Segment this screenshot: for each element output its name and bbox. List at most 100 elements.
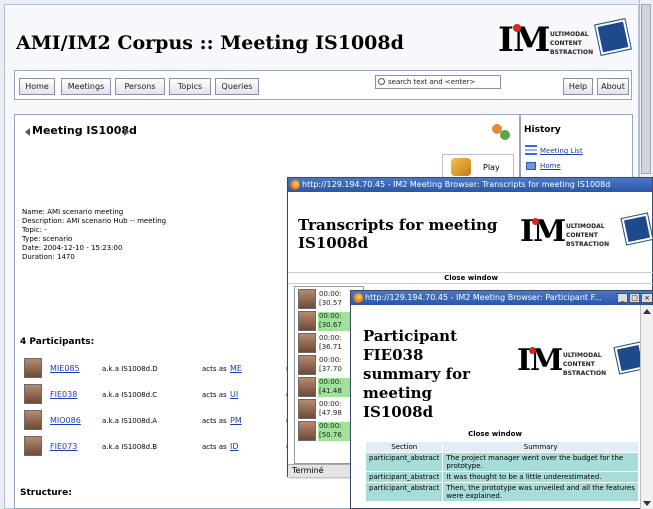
logo-badge-icon <box>595 19 631 55</box>
logo-text: ULTIMODAL CONTENT BSTRACTION <box>566 222 609 249</box>
history-home-link[interactable]: Home <box>540 162 561 170</box>
participant-acts-as: acts as <box>202 443 227 451</box>
participants-icon <box>490 122 512 144</box>
transcript-row[interactable]: 00:00: [36.71 <box>294 332 354 354</box>
next-meeting-arrow-icon[interactable] <box>124 128 129 136</box>
transcripts-window-title: http://129.194.70.45 - IM2 Meeting Brows… <box>302 180 611 189</box>
meeting-topic: Topic: - <box>22 226 47 234</box>
meeting-name: Name: AMI scenario meeting <box>22 208 124 216</box>
participant-photo <box>24 384 42 404</box>
transcript-row[interactable]: 00:00: [50.76 <box>294 420 354 442</box>
col-summary-header: Summary <box>442 441 639 453</box>
main-scrollbar-thumb[interactable] <box>641 4 651 174</box>
participant-link[interactable]: FIE038 <box>50 390 77 399</box>
summary-cell: Then, the prototype was unveiled and all… <box>442 482 639 502</box>
prev-meeting-arrow-icon[interactable] <box>25 128 30 136</box>
logo-line3: BSTRACTION <box>566 241 610 248</box>
participant-row: MIE085 a.k.a IS1008d.D acts as ME und <box>22 358 322 378</box>
summary-cell: The project manager went over the budget… <box>442 452 639 472</box>
transcript-time: 00:00: [50.76 <box>318 422 354 441</box>
participant-aka: a.k.a IS1008d.C <box>102 391 158 399</box>
transcript-time: 00:00: [37.70 <box>318 356 354 375</box>
transcript-row[interactable]: 00:00: [30.57 <box>294 288 354 310</box>
logo-line1: ULTIMODAL <box>563 352 602 359</box>
speaker-photo <box>298 333 316 353</box>
participant-row: FIE073 a.k.a IS1008d.B acts as ID und <box>22 436 322 456</box>
history-meeting-list-link[interactable]: Meeting List <box>540 147 583 155</box>
transcripts-window-titlebar[interactable]: http://129.194.70.45 - IM2 Meeting Brows… <box>288 178 652 192</box>
summary-table-header: Section Summary <box>364 441 639 453</box>
transcript-row[interactable]: 00:00: [41.48 <box>294 376 354 398</box>
nav-queries-button[interactable]: Queries <box>215 78 259 95</box>
transcript-time: 00:00: [30.67 <box>318 312 354 331</box>
participant-role-link[interactable]: ID <box>230 442 239 451</box>
transcripts-heading: Transcripts for meeting IS1008d <box>298 216 498 252</box>
participant-aka: a.k.a IS1008d.D <box>102 365 158 373</box>
nav-home-button[interactable]: Home <box>19 78 55 95</box>
participant-acts-as: acts as <box>202 391 227 399</box>
participant-role-link[interactable]: PM <box>230 416 242 425</box>
logo-line1: ULTIMODAL <box>550 31 589 38</box>
transcript-time: 00:00: [41.48 <box>318 378 354 397</box>
participant-window-titlebar[interactable]: http://129.194.70.45 - IM2 Meeting Brows… <box>351 291 652 305</box>
minimize-button[interactable]: _ <box>617 293 628 303</box>
participant-role-link[interactable]: UI <box>230 390 238 399</box>
participant-photo <box>24 358 42 378</box>
meeting-details: Name: AMI scenario meeting Description: … <box>22 208 166 262</box>
participant-acts-as: acts as <box>202 417 227 425</box>
logo-dot <box>532 218 539 225</box>
transcript-time: 00:00: [36.71 <box>318 334 354 353</box>
section-cell: participant_abstract <box>364 471 444 483</box>
scroll-up-arrow-icon[interactable] <box>643 309 651 314</box>
section-cell: participant_abstract <box>364 452 444 472</box>
nav-meetings-button[interactable]: Meetings <box>61 78 111 95</box>
nav-topics-button[interactable]: Topics <box>169 78 211 95</box>
participant-window-scrollbar[interactable] <box>640 305 653 509</box>
summary-cell: It was thought to be a little underestim… <box>442 471 639 483</box>
transcripts-close-window[interactable]: Close window <box>288 272 653 284</box>
meeting-heading: Meeting IS1008d <box>32 124 137 137</box>
speaker-photo <box>298 399 316 419</box>
logo-text: ULTIMODAL CONTENT BSTRACTION <box>563 351 606 378</box>
browser-icon <box>353 293 363 303</box>
logo-line1: ULTIMODAL <box>566 223 605 230</box>
participant-photo <box>24 436 42 456</box>
participant-row: FIE038 a.k.a IS1008d.C acts as UI und <box>22 384 322 404</box>
play-icon <box>451 158 471 176</box>
play-label: Play <box>483 163 500 172</box>
meeting-list-icon <box>525 145 537 155</box>
close-window-x-button[interactable]: × <box>641 293 652 303</box>
transcript-row[interactable]: 00:00: [37.70 <box>294 354 354 376</box>
participant-link[interactable]: FIE073 <box>50 442 77 451</box>
transcript-row[interactable]: 00:00: [30.67 <box>294 310 354 332</box>
meeting-date: Date: 2004-12-10 - 15:23:00 <box>22 244 123 252</box>
search-icon <box>378 78 385 85</box>
logo-badge-icon <box>621 213 653 245</box>
participant-aka: a.k.a IS1008d.B <box>102 443 158 451</box>
logo-dot <box>529 347 536 354</box>
participant-role-link[interactable]: ME <box>230 364 242 373</box>
nav-persons-button[interactable]: Persons <box>115 78 165 95</box>
about-button[interactable]: About <box>597 78 629 95</box>
participant-aka: a.k.a IS1008d.A <box>102 417 158 425</box>
im2-logo: IM ULTIMODAL CONTENT BSTRACTION <box>498 18 636 66</box>
participant-link[interactable]: MIO086 <box>50 416 81 425</box>
participant-photo <box>24 410 42 430</box>
page-title: AMI/IM2 Corpus :: Meeting IS1008d <box>16 32 404 54</box>
maximize-button[interactable]: □ <box>629 293 640 303</box>
participant-window-title: http://129.194.70.45 - IM2 Meeting Brows… <box>365 293 602 302</box>
participants-heading: 4 Participants: <box>20 337 95 347</box>
transcript-row[interactable]: 00:00: [47.98 <box>294 398 354 420</box>
scroll-down-arrow-icon[interactable] <box>643 501 651 506</box>
summary-table-wrap: Section Summary participant_abstract The… <box>364 441 639 502</box>
help-button[interactable]: Help <box>563 78 593 95</box>
participant-close-window[interactable]: Close window <box>351 429 639 439</box>
transcript-time: 00:00: [30.57 <box>318 290 354 309</box>
logo-line3: BSTRACTION <box>563 370 607 377</box>
search-input[interactable]: search text and <enter> <box>375 75 501 89</box>
col-section-header: Section <box>364 441 444 453</box>
speaker-photo <box>298 421 316 441</box>
speaker-photo <box>298 311 316 331</box>
participant-link[interactable]: MIE085 <box>50 364 80 373</box>
logo-line3: BSTRACTION <box>550 49 594 56</box>
